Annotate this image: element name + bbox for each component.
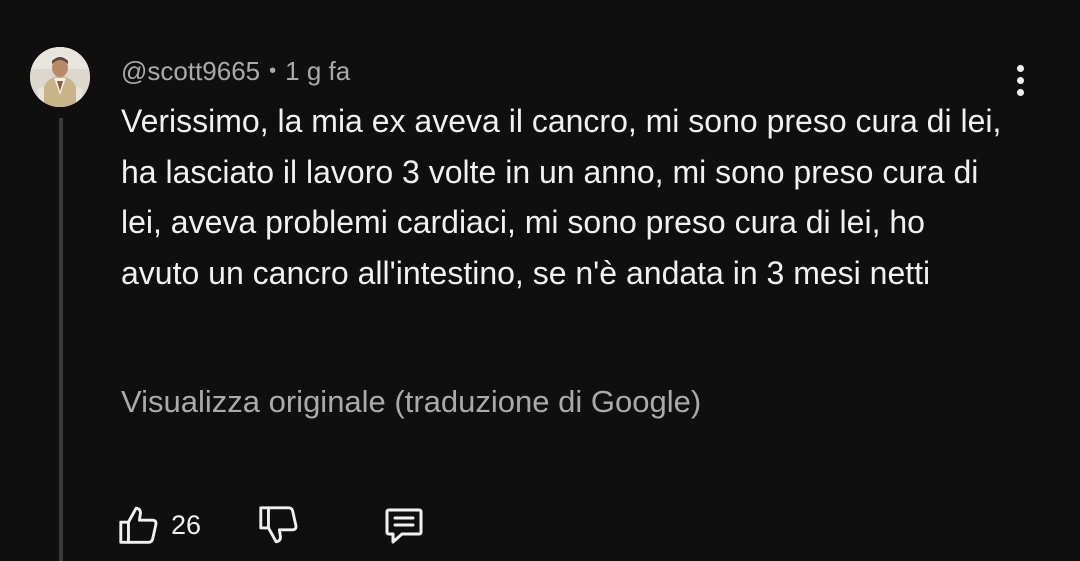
meta-separator: • — [269, 59, 277, 82]
like-count: 26 — [171, 509, 202, 540]
dislike-button[interactable] — [256, 500, 302, 550]
comment-text: Verissimo, la mia ex aveva il cancro, mi… — [121, 103, 1002, 291]
reply-button[interactable] — [380, 500, 428, 550]
more-vertical-icon — [1016, 64, 1024, 72]
more-vertical-icon-dot — [1016, 76, 1024, 84]
more-vertical-icon-dot — [1016, 88, 1024, 96]
view-original-link[interactable]: Visualizza originale (traduzione di Goog… — [121, 384, 701, 420]
comment-meta: @scott9665 • 1 g fa — [121, 54, 350, 88]
avatar[interactable] — [30, 47, 90, 107]
avatar-photo — [30, 47, 90, 107]
comment-time[interactable]: 1 g fa — [285, 56, 350, 87]
reply-comment-icon — [385, 508, 423, 544]
author-handle[interactable]: @scott9665 — [121, 56, 260, 87]
thumbs-up-icon — [119, 506, 158, 544]
like-button[interactable]: 26 — [116, 500, 201, 550]
thumbs-down-icon — [259, 506, 298, 544]
comment-actions: 26 — [116, 500, 456, 550]
comment-card: @scott9665 • 1 g fa Verissimo, la mia ex… — [0, 0, 1080, 561]
thread-line — [59, 118, 63, 561]
